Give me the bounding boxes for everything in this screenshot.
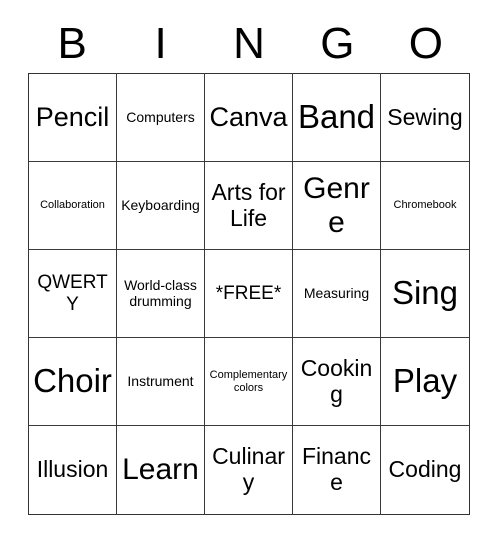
bingo-cell-label: Culinary xyxy=(212,443,285,495)
bingo-cell[interactable]: Coding xyxy=(381,426,469,514)
bingo-cell-label: Choir xyxy=(33,362,112,400)
bingo-header-letter-i: I xyxy=(154,18,167,68)
bingo-cell[interactable]: Sing xyxy=(381,250,469,338)
bingo-cell-label: Play xyxy=(392,362,458,400)
bingo-cell-label: Instrument xyxy=(127,372,194,389)
bingo-cell[interactable]: Arts for Life xyxy=(205,162,293,250)
bingo-grid: Pencil Computers Canva Band Sewing Collaborat… xyxy=(28,73,470,515)
bingo-card: B I N G O Pencil Computers Canva Band Sewing… xyxy=(0,0,500,544)
bingo-cell[interactable]: Computers xyxy=(117,74,205,162)
bingo-cell[interactable]: Choir xyxy=(29,338,117,426)
bingo-cell-label: Illusion xyxy=(36,456,109,483)
bingo-cell[interactable]: Learn xyxy=(117,426,205,514)
bingo-cell[interactable]: Complementary colors xyxy=(205,338,293,426)
bingo-header-letter-g: G xyxy=(320,18,355,68)
bingo-cell-label: Complementary colors xyxy=(209,369,288,394)
bingo-cell-label: Measuring xyxy=(303,284,370,301)
bingo-cell[interactable]: Sewing xyxy=(381,74,469,162)
bingo-header-letter-b: B xyxy=(57,18,87,68)
bingo-cell-label: Chromebook xyxy=(393,199,457,212)
bingo-cell-label: Arts for Life xyxy=(211,178,286,231)
bingo-cell[interactable]: QWERTY xyxy=(29,250,117,338)
bingo-cell-label: Genre xyxy=(303,171,370,239)
bingo-cell[interactable]: Play xyxy=(381,338,469,426)
bingo-cell[interactable]: Chromebook xyxy=(381,162,469,250)
bingo-cell-label: Coding xyxy=(388,456,462,483)
bingo-cell-label: Collaboration xyxy=(40,199,105,212)
bingo-cell[interactable]: Instrument xyxy=(117,338,205,426)
bingo-header-row: B I N G O xyxy=(28,14,470,73)
bingo-cell[interactable]: Collaboration xyxy=(29,162,117,250)
bingo-cell-label: QWERTY xyxy=(37,272,108,315)
bingo-cell-label: Keyboarding xyxy=(121,196,200,213)
bingo-cell-label: Sing xyxy=(391,274,459,312)
bingo-cell[interactable]: Finance xyxy=(293,426,381,514)
bingo-cell-label: Band xyxy=(297,98,376,136)
bingo-cell-label: Cooking xyxy=(300,354,373,407)
bingo-cell-label: Sewing xyxy=(387,103,463,130)
bingo-cell[interactable]: Culinary xyxy=(205,426,293,514)
bingo-cell[interactable]: Cooking xyxy=(293,338,381,426)
bingo-cell-label: Pencil xyxy=(35,102,110,133)
bingo-cell[interactable]: Band xyxy=(293,74,381,162)
bingo-cell-label: *FREE* xyxy=(215,282,282,304)
bingo-header-letter-o: O xyxy=(408,18,443,68)
bingo-cell[interactable]: *FREE* xyxy=(205,250,293,338)
bingo-cell-label: Canva xyxy=(209,102,288,133)
bingo-cell[interactable]: Measuring xyxy=(293,250,381,338)
bingo-cell-label: Finance xyxy=(301,443,372,495)
bingo-header-letter-n: N xyxy=(233,18,265,68)
bingo-cell-label: World-class drumming xyxy=(124,276,197,309)
bingo-cell[interactable]: World-class drumming xyxy=(117,250,205,338)
bingo-cell-label: Learn xyxy=(122,453,199,487)
bingo-cell[interactable]: Keyboarding xyxy=(117,162,205,250)
bingo-cell[interactable]: Pencil xyxy=(29,74,117,162)
bingo-cell[interactable]: Illusion xyxy=(29,426,117,514)
bingo-cell[interactable]: Genre xyxy=(293,162,381,250)
bingo-cell-label: Computers xyxy=(126,108,195,125)
bingo-cell[interactable]: Canva xyxy=(205,74,293,162)
